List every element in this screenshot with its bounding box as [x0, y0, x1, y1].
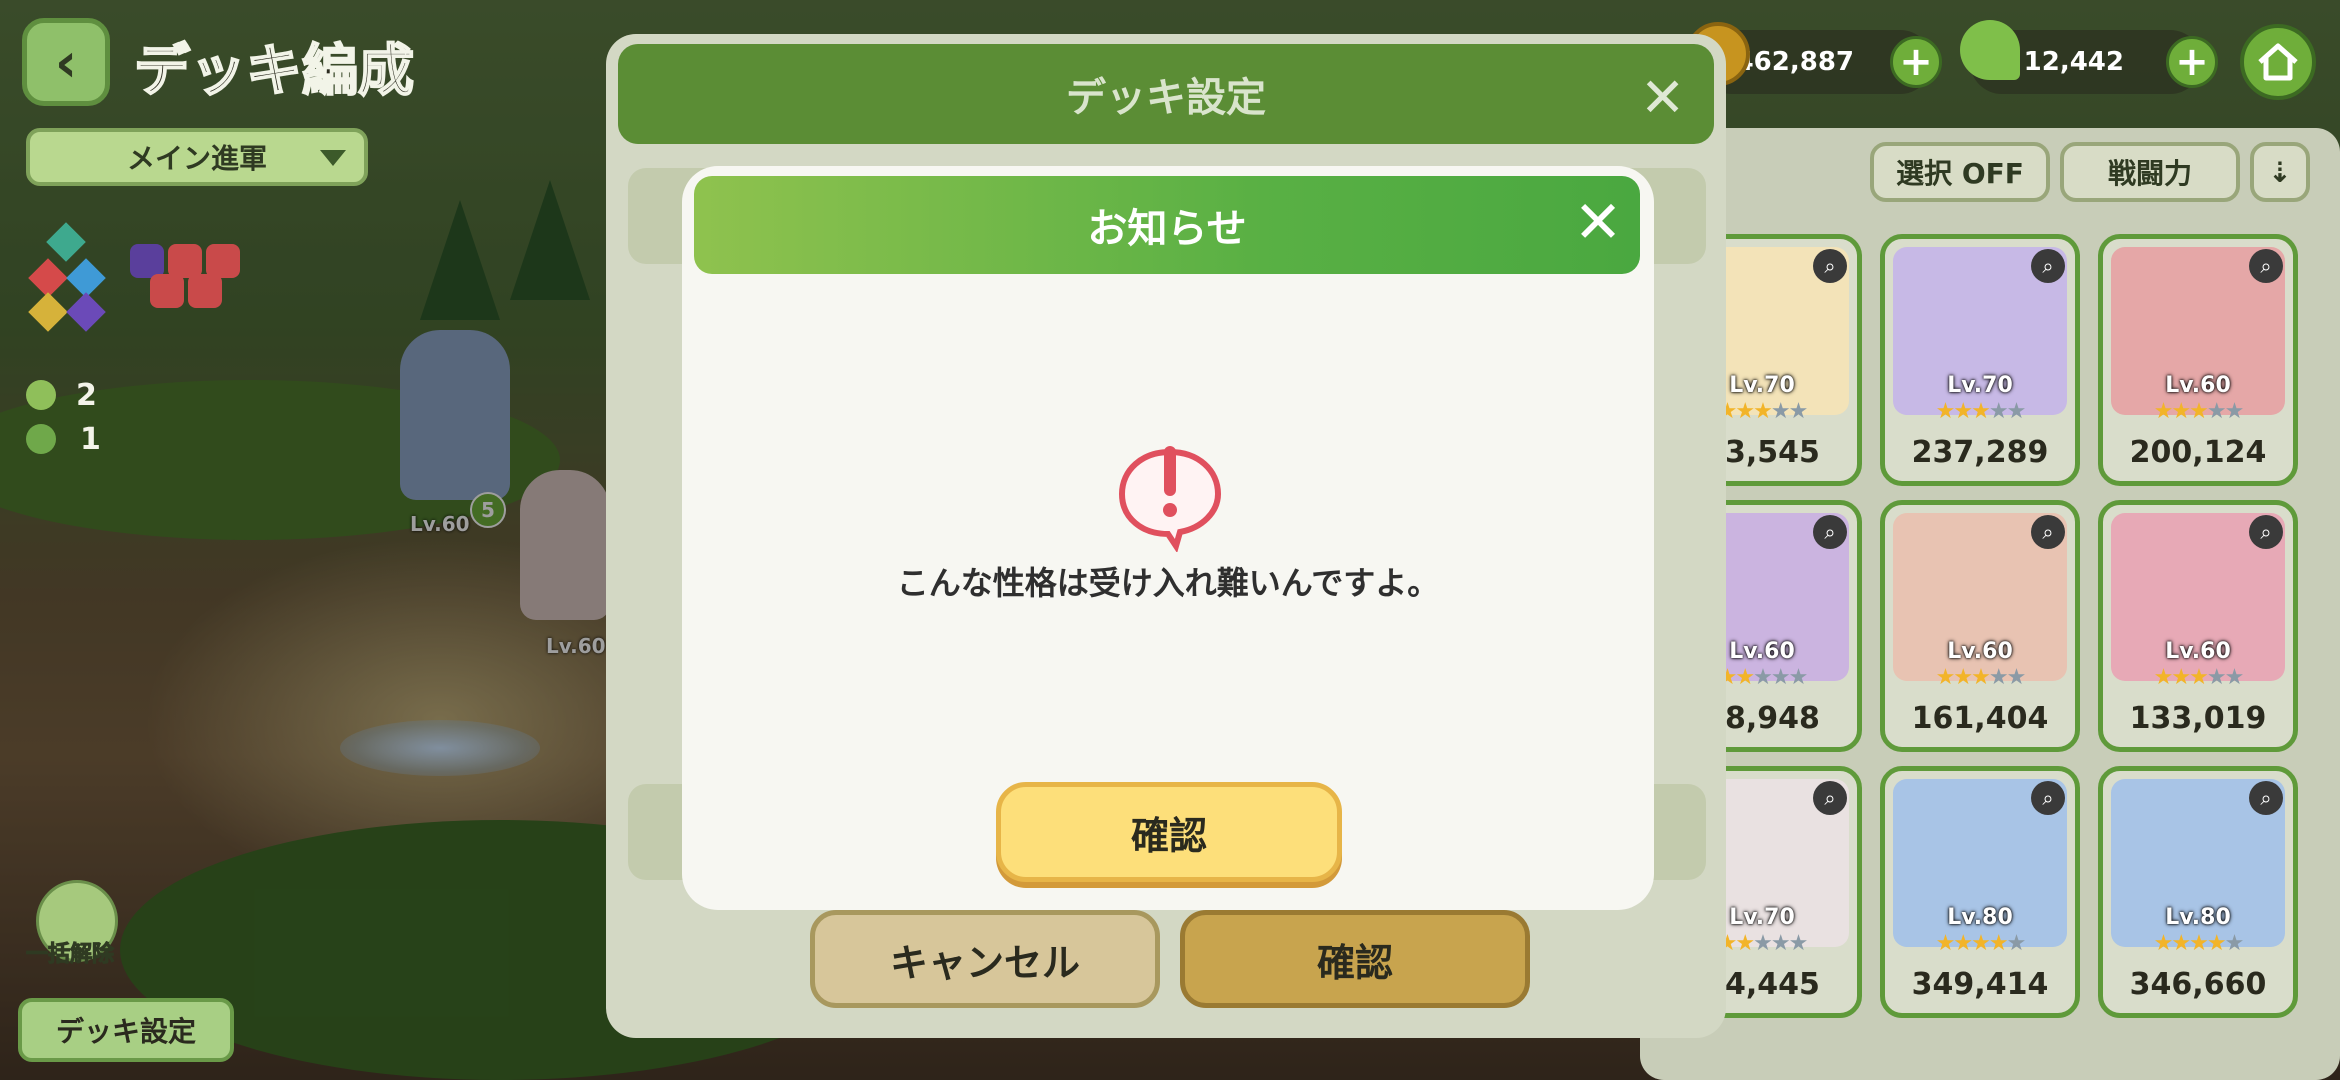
close-icon: ✕	[1640, 66, 1686, 129]
home-button[interactable]	[2240, 24, 2316, 100]
magnifier-icon[interactable]: ⌕	[2031, 781, 2065, 815]
star-rating: ★★★★★	[2153, 399, 2245, 424]
sort-power-button[interactable]: 戦闘力	[2060, 142, 2240, 202]
deck-settings-title: デッキ設定	[618, 44, 1714, 144]
character-level: Lv.60	[2165, 373, 2231, 398]
character-level: Lv.60	[2165, 639, 2231, 664]
sprout-count: 1	[80, 422, 101, 457]
magnifier-icon[interactable]: ⌕	[1813, 781, 1847, 815]
character-level: Lv.80	[2165, 905, 2231, 930]
selection-toggle-button[interactable]: 選択 OFF	[1870, 142, 2050, 202]
character-card[interactable]: ⌕ Lv.70 ★★★★★ 237,289	[1880, 234, 2080, 486]
magnifier-icon[interactable]: ⌕	[2249, 515, 2283, 549]
notice-title: お知らせ	[694, 176, 1640, 274]
deck-cancel-button[interactable]: キャンセル	[810, 910, 1160, 1008]
character-power: 237,289	[1911, 435, 2049, 470]
wind-icon	[46, 222, 86, 262]
formation-dropdown-label: メイン進軍	[126, 142, 267, 175]
star-rating: ★★★★★	[1935, 931, 2027, 956]
character-power: 346,660	[2129, 967, 2267, 1002]
character-power: 161,404	[1911, 701, 2049, 736]
team-element-icons	[130, 244, 250, 308]
chevron-left-icon: ‹	[54, 30, 78, 94]
deck-settings-close-button[interactable]: ✕	[1640, 66, 1685, 129]
sort-arrow-icon: ⇣	[2268, 155, 2292, 189]
character-card[interactable]: ⌕ Lv.80 ★★★★★ 349,414	[1880, 766, 2080, 1018]
chevron-down-icon	[320, 150, 346, 166]
deck-confirm-button[interactable]: 確認	[1180, 910, 1530, 1008]
add-gem-button[interactable]: +	[2166, 36, 2218, 88]
character-card[interactable]: ⌕ Lv.60 ★★★★★ 200,124	[2098, 234, 2298, 486]
home-icon	[2258, 43, 2298, 81]
magnifier-icon[interactable]: ⌕	[2249, 781, 2283, 815]
exclamation-alert-icon	[1118, 446, 1222, 552]
element-icons	[28, 222, 108, 332]
star-rating: ★★★★★	[2153, 931, 2245, 956]
magnifier-icon[interactable]: ⌕	[2249, 249, 2283, 283]
gem-amount: 12,442	[2023, 47, 2124, 77]
plus-icon: +	[2175, 39, 2209, 85]
character-card[interactable]: ⌕ Lv.60 ★★★★★ 161,404	[1880, 500, 2080, 752]
magnifier-icon[interactable]: ⌕	[1813, 249, 1847, 283]
star-rating: ★★★★★	[2153, 665, 2245, 690]
fire-icon	[150, 274, 184, 308]
character-level: Lv.80	[1947, 905, 2013, 930]
character-card[interactable]: ⌕ Lv.60 ★★★★★ 133,019	[2098, 500, 2298, 752]
fire-icon	[188, 274, 222, 308]
character-level: Lv.60	[1947, 639, 2013, 664]
back-button[interactable]: ‹	[22, 18, 110, 106]
bulk-release-label: 一括解除	[25, 942, 115, 968]
character-power: 200,124	[2129, 435, 2267, 470]
notice-confirm-button[interactable]: 確認	[996, 782, 1342, 882]
magnifier-icon[interactable]: ⌕	[2031, 515, 2065, 549]
add-gold-button[interactable]: +	[1890, 36, 1942, 88]
character-card[interactable]: ⌕ Lv.80 ★★★★★ 346,660	[2098, 766, 2298, 1018]
character-power: 133,019	[2129, 701, 2267, 736]
plus-icon: +	[1899, 39, 1933, 85]
leaf-count: 2	[76, 378, 97, 413]
character-power: 349,414	[1911, 967, 2049, 1002]
page-title: デッキ編成	[133, 38, 415, 105]
magnifier-icon[interactable]: ⌕	[2031, 249, 2065, 283]
notice-close-button[interactable]: ✕	[1568, 188, 1628, 256]
close-icon: ✕	[1573, 188, 1623, 256]
fire-icon	[206, 244, 240, 278]
leaf-gem-icon	[1960, 20, 2020, 80]
deck-settings-button[interactable]: デッキ設定	[18, 998, 234, 1062]
leaf-icon	[26, 380, 56, 410]
star-rating: ★★★★★	[1935, 665, 2027, 690]
sort-order-button[interactable]: ⇣	[2250, 142, 2310, 202]
dark-icon	[130, 244, 164, 278]
sprout-icon	[26, 424, 56, 454]
character-level: Lv.70	[1947, 373, 2013, 398]
star-rating: ★★★★★	[1935, 399, 2027, 424]
notice-message: こんな性格は受け入れ難いんですよ。	[896, 564, 1440, 602]
magnifier-icon[interactable]: ⌕	[1813, 515, 1847, 549]
fire-icon	[168, 244, 202, 278]
formation-dropdown[interactable]: メイン進軍	[26, 128, 368, 186]
